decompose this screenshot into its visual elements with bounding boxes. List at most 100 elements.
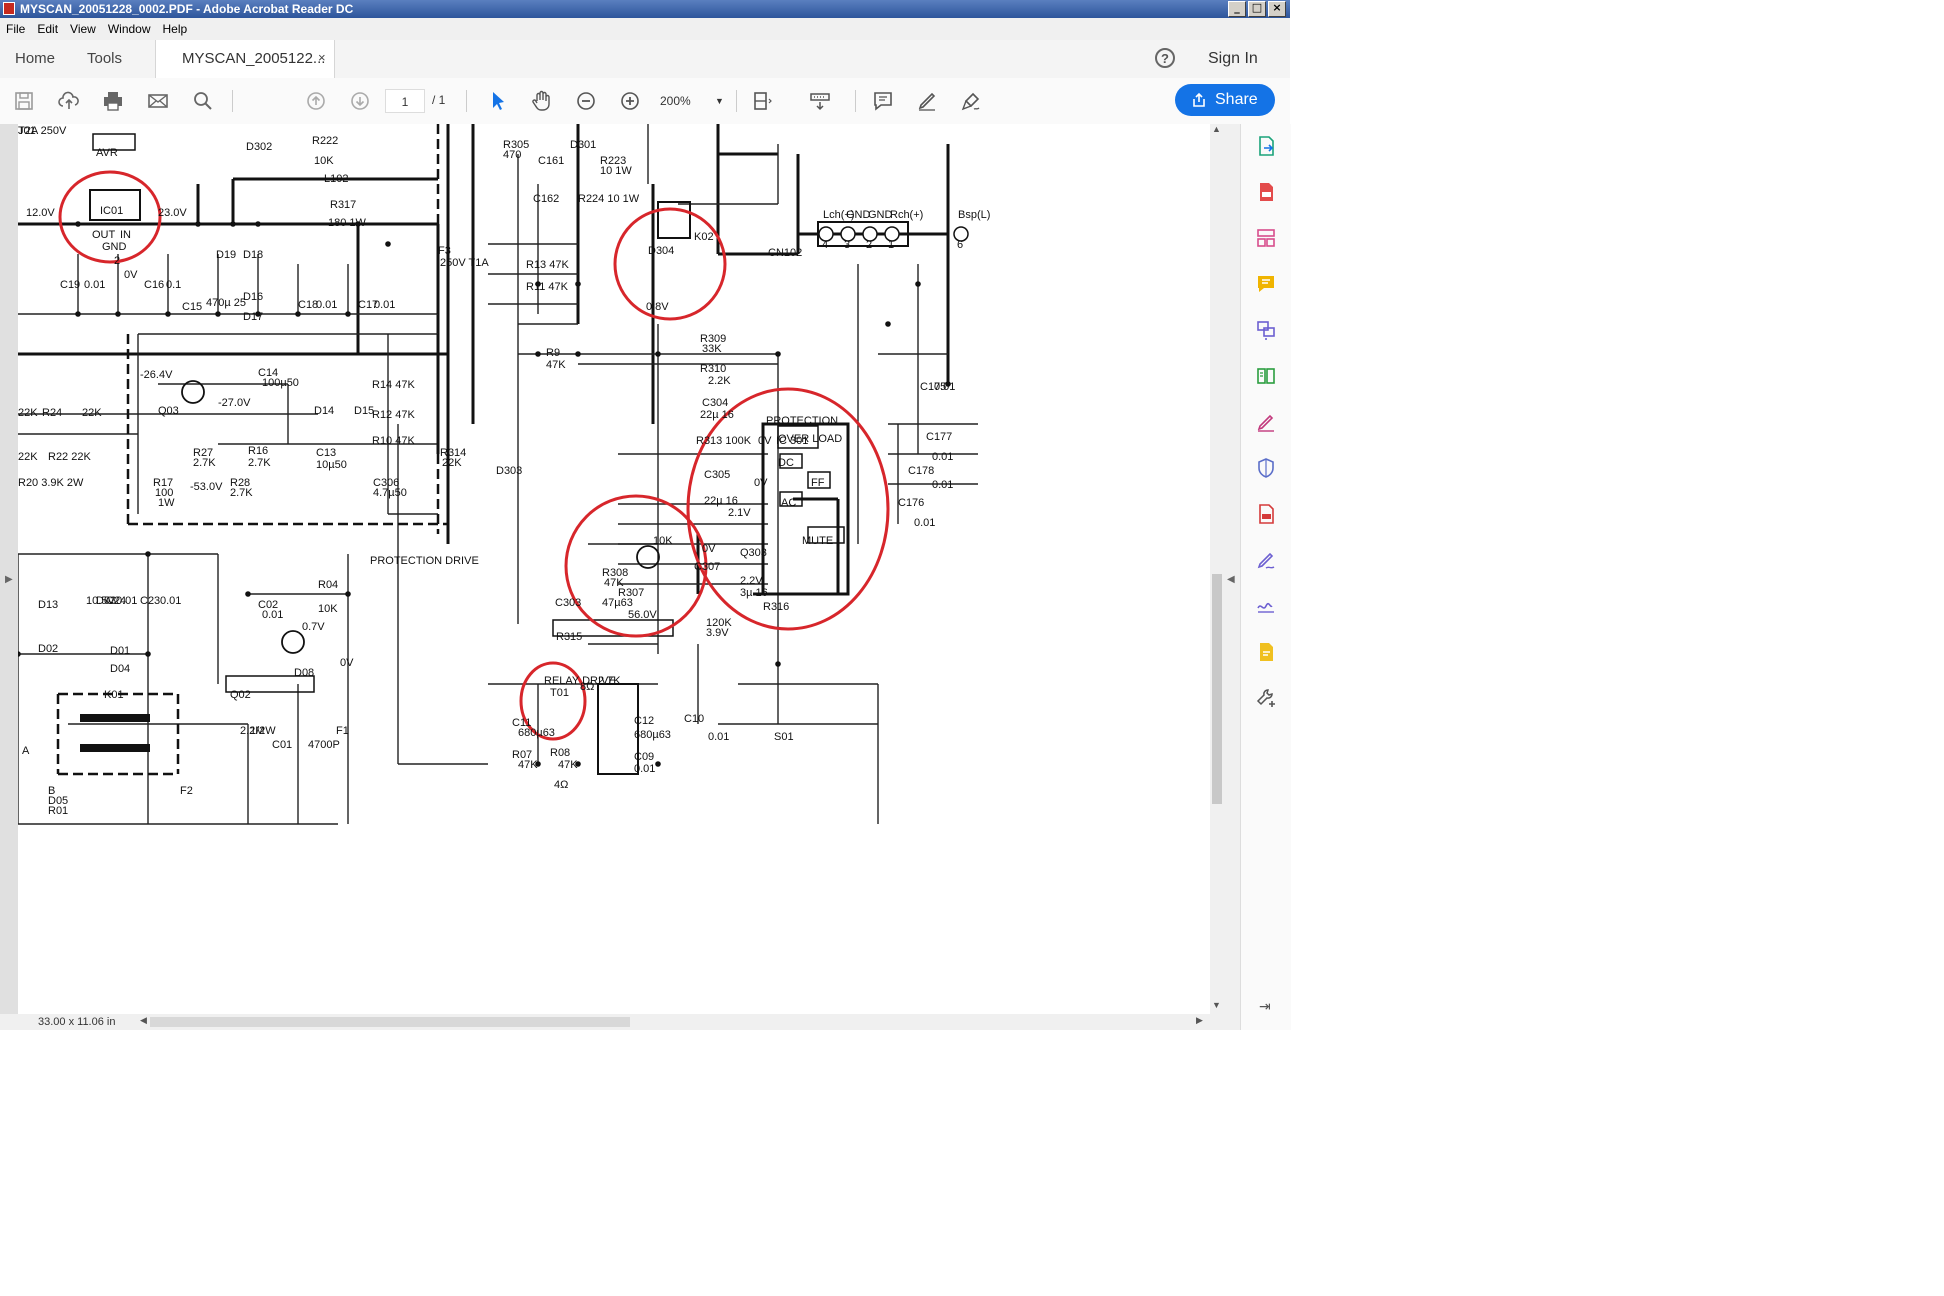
highlight-pen-icon[interactable] bbox=[913, 87, 941, 115]
edit-pdf-icon[interactable] bbox=[1254, 226, 1278, 250]
schematic-label: FF bbox=[811, 477, 825, 489]
schematic-label: GND bbox=[846, 209, 871, 221]
certificates-icon[interactable] bbox=[1254, 594, 1278, 618]
schematic-label: C307 bbox=[694, 561, 720, 573]
upload-cloud-icon[interactable] bbox=[55, 87, 83, 115]
menu-edit[interactable]: Edit bbox=[31, 22, 64, 36]
schematic-label: 10K bbox=[314, 155, 334, 167]
combine-files-icon[interactable] bbox=[1254, 318, 1278, 342]
schematic-label: F2 bbox=[180, 785, 193, 797]
tab-tools[interactable]: Tools bbox=[87, 50, 122, 67]
pdf-page[interactable]: AVR D302 R222 10K L102 R305 470 D301 C161 R223 10 … bbox=[18, 124, 1210, 1014]
send-for-signature-icon[interactable] bbox=[1254, 548, 1278, 572]
schematic-label: C13 bbox=[316, 447, 336, 459]
junction-dot bbox=[115, 311, 121, 317]
schematic-label: 2.7K bbox=[248, 457, 271, 469]
junction-dot bbox=[145, 551, 151, 557]
sign-pen-icon[interactable] bbox=[957, 87, 985, 115]
horizontal-scroll-thumb[interactable] bbox=[150, 1017, 630, 1027]
page-fit-icon[interactable] bbox=[748, 87, 776, 115]
tab-home[interactable]: Home bbox=[15, 50, 55, 67]
search-icon[interactable] bbox=[189, 87, 217, 115]
close-tab-icon[interactable]: × bbox=[318, 50, 326, 65]
organize-pages-icon[interactable] bbox=[1254, 364, 1278, 388]
schematic-label: 4Ω bbox=[554, 779, 568, 791]
email-icon[interactable] bbox=[144, 87, 172, 115]
toolbar-separator bbox=[855, 90, 856, 112]
schematic-label: 0.01 bbox=[84, 279, 105, 291]
hand-tool-icon[interactable] bbox=[528, 87, 556, 115]
vertical-scrollbar[interactable]: ▲ ▼ bbox=[1210, 124, 1224, 1014]
page-number-input[interactable]: 1 bbox=[385, 89, 425, 113]
scroll-right-icon[interactable]: ▶ bbox=[1196, 1015, 1203, 1026]
fill-sign-icon[interactable] bbox=[1254, 410, 1278, 434]
menu-help[interactable]: Help bbox=[157, 22, 194, 36]
export-pdf-icon[interactable] bbox=[1254, 134, 1278, 158]
print-icon[interactable] bbox=[99, 87, 127, 115]
schematic-label: R9 bbox=[546, 347, 560, 359]
schematic-label: F1 bbox=[336, 725, 349, 737]
scroll-mode-icon[interactable] bbox=[806, 87, 834, 115]
zoom-out-icon[interactable] bbox=[572, 87, 600, 115]
collapse-pane-icon[interactable]: ⇥ bbox=[1259, 998, 1271, 1015]
vertical-scroll-thumb[interactable] bbox=[1212, 574, 1222, 804]
sign-in-link[interactable]: Sign In bbox=[1208, 50, 1258, 68]
schematic-label: R224 10 1W bbox=[578, 193, 640, 205]
menu-view[interactable]: View bbox=[64, 22, 102, 36]
horizontal-scrollbar[interactable]: 33.00 x 11.06 in ◀ ▶ bbox=[0, 1014, 1224, 1030]
close-window-button[interactable]: × bbox=[1268, 1, 1286, 17]
previous-page-icon[interactable] bbox=[302, 87, 330, 115]
scroll-up-icon[interactable]: ▲ bbox=[1212, 124, 1221, 134]
share-button[interactable]: Share bbox=[1175, 84, 1275, 116]
schematic-label: C162 bbox=[533, 193, 559, 205]
create-pdf-icon[interactable] bbox=[1254, 180, 1278, 204]
schematic-label: K01 bbox=[104, 689, 124, 701]
protect-shield-icon[interactable] bbox=[1254, 456, 1278, 480]
schematic-label: 22µ 16 bbox=[704, 495, 738, 507]
toolbar-separator bbox=[466, 90, 467, 112]
schematic-label: -27.0V bbox=[218, 397, 251, 409]
schematic-label: 0V bbox=[754, 477, 768, 489]
next-page-icon[interactable] bbox=[346, 87, 374, 115]
schematic-label: 0.1 bbox=[166, 279, 181, 291]
comment-tool-icon[interactable] bbox=[1254, 272, 1278, 296]
zoom-in-icon[interactable] bbox=[616, 87, 644, 115]
menu-window[interactable]: Window bbox=[102, 22, 157, 36]
schematic-label: 250V T1A bbox=[440, 257, 489, 269]
schematic-label: C10 bbox=[684, 713, 704, 725]
schematic-label: 0.01 bbox=[708, 731, 729, 743]
right-pane-toggle[interactable]: ◀ bbox=[1224, 124, 1240, 1030]
schematic-label: 10 1W bbox=[600, 165, 632, 177]
select-cursor-icon[interactable] bbox=[484, 87, 512, 115]
tools-pane: ⇥ bbox=[1240, 124, 1291, 1030]
schematic-label: D19 bbox=[216, 249, 236, 261]
expand-right-icon: ◀ bbox=[1227, 574, 1235, 585]
restore-button[interactable]: □ bbox=[1248, 1, 1266, 17]
scroll-down-icon[interactable]: ▼ bbox=[1212, 1000, 1221, 1010]
scroll-left-icon[interactable]: ◀ bbox=[140, 1015, 147, 1026]
minimize-button[interactable]: _ bbox=[1228, 1, 1246, 17]
schematic-label: Q303 bbox=[740, 547, 767, 559]
schematic-label: 12.0V bbox=[26, 207, 55, 219]
junction-dot bbox=[245, 591, 251, 597]
prepare-form-icon[interactable] bbox=[1254, 640, 1278, 664]
more-tools-icon[interactable] bbox=[1254, 686, 1278, 710]
schematic-label: J01 bbox=[18, 125, 36, 137]
left-pane-toggle[interactable]: ▶ bbox=[0, 124, 18, 1014]
toolbar-separator bbox=[736, 90, 737, 112]
schematic-label: R16 bbox=[248, 445, 268, 457]
tab-document[interactable]: MYSCAN_2005122... × bbox=[155, 40, 335, 78]
menu-file[interactable]: File bbox=[0, 22, 31, 36]
schematic-label: 2.2V bbox=[740, 575, 763, 587]
pdf-tool-icon[interactable] bbox=[1254, 502, 1278, 526]
help-icon[interactable]: ? bbox=[1155, 48, 1175, 68]
transistor-symbol bbox=[636, 545, 660, 569]
comment-icon[interactable] bbox=[869, 87, 897, 115]
schematic-label: 0V bbox=[758, 435, 772, 447]
schematic-label: 0.01 bbox=[374, 299, 395, 311]
schematic-label: 1/2W bbox=[250, 725, 276, 737]
save-icon[interactable] bbox=[10, 87, 38, 115]
zoom-level-select[interactable]: 200% ▼ bbox=[660, 89, 730, 113]
window-controls: _ □ × bbox=[1228, 1, 1286, 17]
schematic-label: Rch(+) bbox=[890, 209, 923, 221]
